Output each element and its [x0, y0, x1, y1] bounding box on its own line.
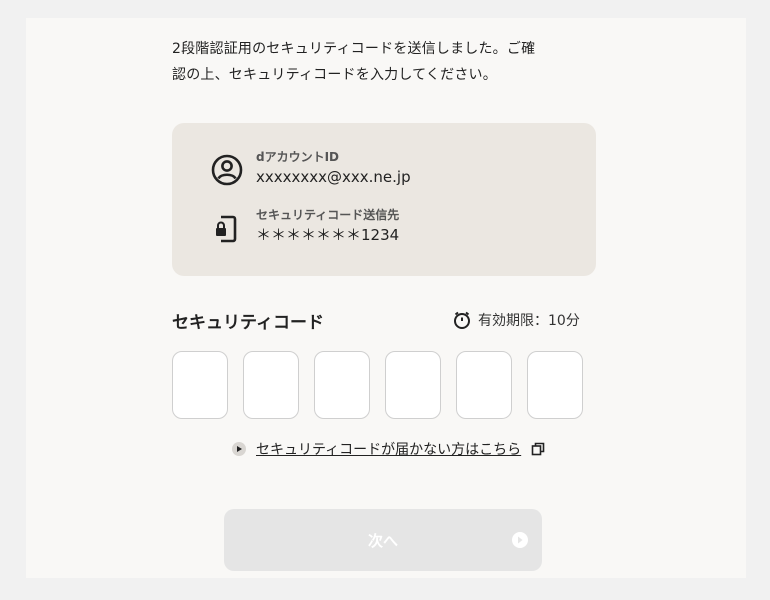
play-circle-icon: [232, 442, 246, 456]
expiry-text: 有効期限：10分: [478, 313, 580, 329]
code-digit-5[interactable]: [456, 351, 512, 419]
code-input-group: [172, 351, 583, 419]
expiry-notice: 有効期限：10分: [452, 310, 580, 330]
account-info-card: dアカウントID xxxxxxxx@xxx.ne.jp セキュリティコード送信先…: [172, 123, 596, 276]
code-not-received-link[interactable]: セキュリティコードが届かない方はこちら: [232, 439, 545, 459]
destination-value: ＊＊＊＊＊＊＊1234: [256, 226, 400, 244]
stopwatch-icon: [454, 311, 470, 329]
external-window-icon: [531, 442, 545, 456]
code-digit-1[interactable]: [172, 351, 228, 419]
destination-row: セキュリティコード送信先 ＊＊＊＊＊＊＊1234: [210, 207, 399, 245]
user-circle-icon: [211, 154, 243, 186]
next-button[interactable]: 次へ: [224, 509, 542, 571]
code-digit-6[interactable]: [527, 351, 583, 419]
next-button-label: 次へ: [367, 532, 398, 550]
destination-label: セキュリティコード送信先: [256, 208, 400, 222]
intro-message: 2段階認証用のセキュリティコードを送信しました。ご確 認の上、セキュリティコード…: [172, 36, 612, 88]
code-not-received-link-text[interactable]: セキュリティコードが届かない方はこちら: [256, 439, 521, 459]
mobile-lock-icon: [216, 215, 237, 243]
code-digit-4[interactable]: [385, 351, 441, 419]
account-id-value: xxxxxxxx@xxx.ne.jp: [256, 168, 411, 186]
arrow-circle-right-icon: [512, 532, 528, 548]
intro-line-1: 2段階認証用のセキュリティコードを送信しました。ご確: [172, 41, 536, 57]
code-digit-2[interactable]: [243, 351, 299, 419]
account-id-row: dアカウントID xxxxxxxx@xxx.ne.jp: [210, 149, 411, 187]
verification-page: 2段階認証用のセキュリティコードを送信しました。ご確 認の上、セキュリティコード…: [26, 18, 746, 578]
intro-line-2: 認の上、セキュリティコードを入力してください。: [172, 67, 497, 83]
code-digit-3[interactable]: [314, 351, 370, 419]
security-code-title: セキュリティコード: [172, 313, 324, 333]
account-id-label: dアカウントID: [256, 150, 340, 164]
